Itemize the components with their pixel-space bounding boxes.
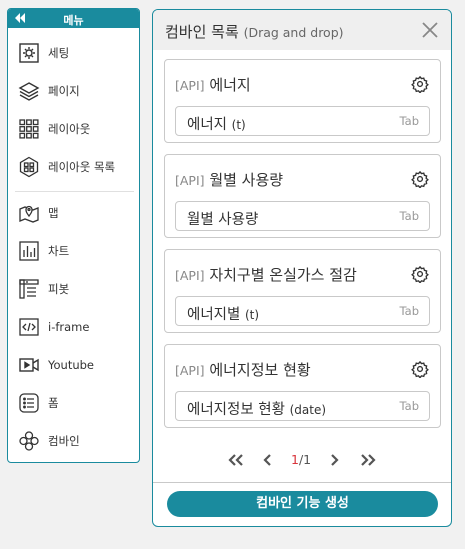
menu-item-label: 컴바인 [48, 434, 80, 448]
menu-item-page[interactable]: 페이지 [18, 78, 80, 104]
tab-hint: Tab [399, 114, 419, 128]
last-page-icon[interactable] [357, 450, 379, 470]
card-title-text: 에너지정보 현황 [209, 361, 311, 379]
card-name-field[interactable]: 에너지정보 현황 (date) Tab [175, 391, 430, 421]
tab-hint: Tab [399, 209, 419, 223]
menu-item-iframe[interactable]: i-frame [18, 314, 89, 340]
card-title: [API] 에너지정보 현황 [175, 359, 311, 380]
menu-item-label: 레이아웃 목록 [48, 160, 116, 174]
menu-item-form[interactable]: 폼 [18, 390, 59, 416]
field-value: 에너지별 (t) [187, 303, 259, 324]
combine-card[interactable]: [API] 월별 사용량 월별 사용량 Tab [164, 154, 441, 238]
menu-item-layout-list[interactable]: 레이아웃 목록 [18, 154, 115, 180]
combine-icon [18, 430, 40, 452]
panel-title: 컴바인 목록 (Drag and drop) [165, 21, 344, 42]
gear-icon[interactable] [411, 75, 429, 93]
api-tag: [API] [175, 173, 205, 188]
menu-item-pivot[interactable]: 피봇 [18, 276, 69, 302]
tab-hint: Tab [399, 399, 419, 413]
sidebar-header: 메뉴 [8, 9, 139, 28]
pagination: 1/1 [153, 450, 451, 470]
gear-icon[interactable] [411, 265, 429, 283]
gear-icon[interactable] [411, 360, 429, 378]
gear-icon [18, 42, 40, 64]
panel-title-text: 컴바인 목록 [165, 23, 239, 41]
menu-item-layout[interactable]: 레이아웃 [18, 116, 90, 142]
prev-page-icon[interactable] [261, 450, 275, 470]
layout-list-icon [18, 156, 40, 178]
menu-item-label: 맵 [48, 206, 59, 220]
current-page: 1 [291, 452, 299, 467]
field-unit: (t) [244, 308, 260, 322]
field-unit: (date) [289, 403, 327, 417]
create-combine-button[interactable]: 컴바인 기능 생성 [167, 491, 438, 517]
menu-item-label: 차트 [48, 244, 70, 258]
code-icon [18, 316, 40, 338]
combine-card[interactable]: [API] 에너지정보 현황 에너지정보 현황 (date) Tab [164, 344, 441, 428]
field-value-text: 에너지 [187, 117, 228, 133]
menu-item-label: 세팅 [48, 46, 70, 60]
api-tag: [API] [175, 363, 205, 378]
menu-item-settings[interactable]: 세팅 [18, 40, 69, 66]
form-icon [18, 392, 40, 414]
card-name-field[interactable]: 월별 사용량 Tab [175, 201, 430, 231]
menu-item-label: 폼 [48, 396, 59, 410]
page-indicator: 1/1 [291, 452, 311, 467]
layers-icon [18, 80, 40, 102]
menu-item-label: Youtube [48, 358, 94, 372]
card-title-text: 월별 사용량 [209, 171, 284, 189]
field-value-text: 에너지별 [187, 307, 241, 323]
field-value: 에너지정보 현황 (date) [187, 398, 326, 419]
total-pages: /1 [298, 452, 312, 467]
next-page-icon[interactable] [327, 450, 341, 470]
card-title: [API] 자치구별 온실가스 절감 [175, 264, 357, 285]
field-value: 월별 사용량 [187, 208, 258, 229]
api-tag: [API] [175, 78, 205, 93]
card-title-text: 자치구별 온실가스 절감 [209, 266, 357, 284]
sidebar-menu: 메뉴 세팅 페이지 레이아웃 레이아웃 목록 맵 차트 피봇 i-frame Y… [7, 8, 140, 463]
menu-item-combine[interactable]: 컴바인 [18, 428, 80, 454]
field-value-text: 월별 사용량 [187, 212, 259, 228]
field-value-text: 에너지정보 현황 [187, 402, 285, 418]
combine-card[interactable]: [API] 자치구별 온실가스 절감 에너지별 (t) Tab [164, 249, 441, 333]
menu-item-youtube[interactable]: Youtube [18, 352, 94, 378]
close-icon[interactable] [421, 21, 439, 39]
card-title: [API] 에너지 [175, 74, 251, 95]
bar-chart-icon [18, 240, 40, 262]
card-title-text: 에너지 [209, 76, 251, 94]
menu-item-label: 레이아웃 [48, 122, 91, 136]
tab-hint: Tab [399, 304, 419, 318]
gear-icon[interactable] [411, 170, 429, 188]
menu-item-label: i-frame [48, 320, 90, 334]
menu-item-label: 페이지 [48, 84, 80, 98]
combine-list-panel: 컴바인 목록 (Drag and drop) [API] 에너지 에너지 (t)… [152, 9, 452, 527]
video-icon [18, 354, 40, 376]
api-tag: [API] [175, 268, 205, 283]
menu-item-label: 피봇 [48, 282, 70, 296]
field-unit: (t) [231, 118, 246, 132]
field-value: 에너지 (t) [187, 113, 246, 134]
grid-icon [18, 118, 40, 140]
card-name-field[interactable]: 에너지별 (t) Tab [175, 296, 430, 326]
menu-item-chart[interactable]: 차트 [18, 238, 69, 264]
menu-divider [15, 191, 134, 192]
first-page-icon[interactable] [225, 450, 247, 470]
panel-subtitle: (Drag and drop) [243, 25, 344, 40]
panel-header: 컴바인 목록 (Drag and drop) [153, 10, 451, 50]
card-title: [API] 월별 사용량 [175, 169, 283, 190]
pivot-icon [18, 278, 40, 300]
sidebar-title: 메뉴 [63, 14, 84, 27]
combine-card[interactable]: [API] 에너지 에너지 (t) Tab [164, 59, 441, 143]
panel-divider [153, 482, 451, 483]
map-icon [18, 202, 40, 224]
menu-item-map[interactable]: 맵 [18, 200, 59, 226]
card-name-field[interactable]: 에너지 (t) Tab [175, 106, 430, 136]
